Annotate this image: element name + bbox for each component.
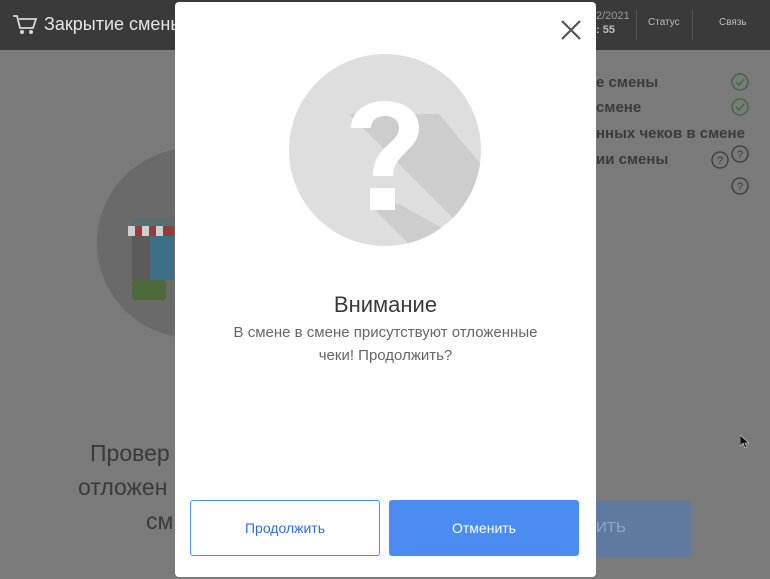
mouse-cursor-icon bbox=[740, 435, 749, 448]
check-circle-icon bbox=[731, 98, 749, 116]
checklist-item: нных чеков в смене bbox=[596, 125, 745, 142]
question-circle-icon: ? bbox=[731, 145, 749, 163]
continue-button[interactable]: Продолжить bbox=[190, 500, 380, 556]
question-circle-icon: ? bbox=[731, 177, 749, 195]
question-circle-icon: ? bbox=[711, 151, 729, 169]
checklist-item: смене bbox=[596, 99, 642, 116]
connection-button[interactable]: Связь bbox=[719, 17, 747, 28]
svg-text:?: ? bbox=[737, 149, 743, 161]
cancel-button[interactable]: Отменить bbox=[389, 500, 579, 556]
question-mark-icon bbox=[289, 54, 481, 246]
dialog-message-line: В смене в смене присутствуют отложенные bbox=[233, 324, 538, 341]
shop-illustration-icon bbox=[128, 218, 174, 300]
dialog-title: Внимание bbox=[333, 292, 438, 317]
close-icon[interactable] bbox=[560, 19, 582, 41]
date-text: 2/2021 bbox=[596, 10, 630, 22]
time-text: : 55 bbox=[596, 24, 615, 36]
status-button[interactable]: Статус bbox=[648, 17, 680, 28]
checklist-item: ии смены bbox=[596, 151, 669, 168]
check-circle-icon bbox=[731, 73, 749, 91]
divider bbox=[636, 10, 637, 40]
cart-icon bbox=[13, 15, 38, 34]
dialog-message-line: чеки! Продолжить? bbox=[318, 347, 453, 364]
close-shift-button-label: ИТЬ bbox=[596, 519, 626, 536]
app-title: Закрытие смены bbox=[44, 14, 184, 34]
confirm-dialog: Внимание В смене в смене присутствуют от… bbox=[175, 2, 596, 577]
main-text-line: Провер bbox=[90, 440, 170, 466]
divider bbox=[692, 10, 693, 40]
checklist-item: е смены bbox=[596, 74, 659, 91]
dialog-message: В смене в смене присутствуют отложенные … bbox=[195, 321, 576, 367]
svg-text:?: ? bbox=[737, 181, 743, 193]
svg-text:?: ? bbox=[717, 155, 723, 167]
main-text-line: см bbox=[146, 508, 174, 534]
main-text-line: отложен bbox=[78, 474, 168, 500]
